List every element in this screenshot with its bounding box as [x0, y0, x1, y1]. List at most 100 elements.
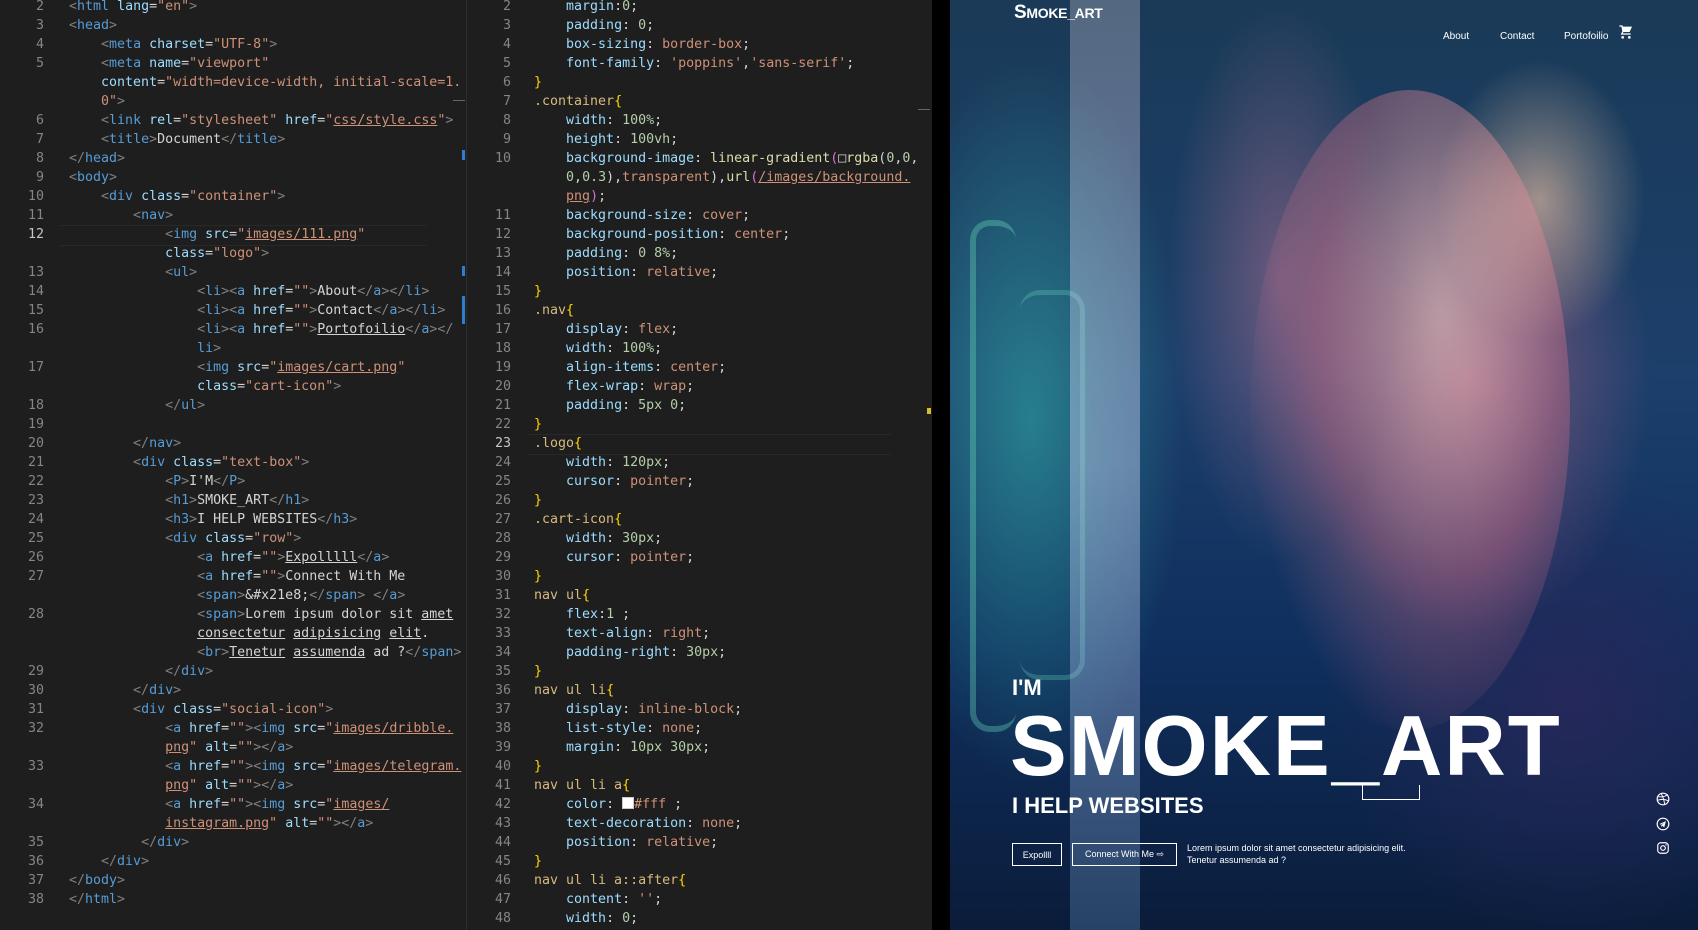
code-text[interactable]: width: 0; [534, 909, 638, 928]
code-text[interactable]: padding: 0 8%; [534, 244, 678, 263]
code-text[interactable]: </html> [69, 890, 125, 909]
code-line[interactable]: 23 <h1>SMOKE_ART</h1> [0, 491, 466, 510]
code-text[interactable]: position: relative; [534, 263, 718, 282]
code-text[interactable]: margin:0; [534, 0, 638, 16]
code-text[interactable]: <head> [69, 16, 117, 35]
code-line[interactable]: 27 .cart-icon{ [467, 510, 931, 529]
code-line[interactable]: 19 align-items: center; [467, 358, 931, 377]
code-line[interactable]: 17 display: flex; [467, 320, 931, 339]
code-text[interactable]: <link rel="stylesheet" href="css/style.c… [69, 111, 453, 130]
code-line[interactable]: 14 position: relative; [467, 263, 931, 282]
code-text[interactable]: <a href="">Expolllll</a> [69, 548, 389, 567]
code-text[interactable]: 0,0.3),transparent),url(/images/backgrou… [534, 168, 910, 187]
code-line[interactable]: 13 padding: 0 8%; [467, 244, 931, 263]
code-text[interactable]: class="cart-icon"> [69, 377, 341, 396]
code-line[interactable]: <br>Tenetur assumenda ad ?</span> [0, 643, 466, 662]
code-text[interactable]: box-sizing: border-box; [534, 35, 750, 54]
code-line[interactable]: 34 padding-right: 30px; [467, 643, 931, 662]
code-text[interactable]: font-family: 'poppins','sans-serif'; [534, 54, 854, 73]
code-line[interactable]: 37 </body> [0, 871, 466, 890]
code-text[interactable]: } [534, 415, 542, 434]
code-text[interactable]: display: inline-block; [534, 700, 742, 719]
code-text[interactable]: </div> [69, 833, 189, 852]
code-text[interactable]: width: 100%; [534, 339, 662, 358]
code-text[interactable]: flex-wrap: wrap; [534, 377, 694, 396]
code-line[interactable]: 4 box-sizing: border-box; [467, 35, 931, 54]
code-text[interactable]: <body> [69, 168, 117, 187]
code-line[interactable]: 29 cursor: pointer; [467, 548, 931, 567]
code-text[interactable]: .logo{ [534, 434, 582, 453]
code-line[interactable]: png); [467, 187, 931, 206]
code-line[interactable]: 26 <a href="">Expolllll</a> [0, 548, 466, 567]
code-text[interactable]: } [534, 567, 542, 586]
code-text[interactable]: </head> [69, 149, 125, 168]
code-text[interactable]: png" alt=""></a> [69, 776, 293, 795]
code-line[interactable]: png" alt=""></a> [0, 776, 466, 795]
code-text[interactable]: <div class="text-box"> [69, 453, 309, 472]
code-line[interactable]: 2 <html lang="en"> [0, 0, 466, 16]
code-line[interactable]: 15 <li><a href="">Contact</a></li> [0, 301, 466, 320]
code-text[interactable]: <br>Tenetur assumenda ad ?</span> [69, 643, 461, 662]
code-line[interactable]: 3 padding: 0; [467, 16, 931, 35]
browser-preview[interactable]: SMOKE_ART About Contact Portofoilio I'M … [950, 0, 1698, 930]
code-line[interactable]: 10 background-image: linear-gradient(□rg… [467, 149, 931, 168]
code-text[interactable]: <span>Lorem ipsum dolor sit amet [69, 605, 453, 624]
code-line[interactable]: 20 flex-wrap: wrap; [467, 377, 931, 396]
code-line[interactable]: 42 color: #fff ; [467, 795, 931, 814]
code-text[interactable]: width: 100%; [534, 111, 662, 130]
code-text[interactable]: <div class="container"> [69, 187, 285, 206]
code-line[interactable]: 43 text-decoration: none; [467, 814, 931, 833]
code-text[interactable]: nav ul{ [534, 586, 590, 605]
code-text[interactable]: list-style: none; [534, 719, 702, 738]
code-line[interactable]: 20 </nav> [0, 434, 466, 453]
code-line[interactable]: 0"> [0, 92, 466, 111]
code-line[interactable]: 38 </html> [0, 890, 466, 909]
code-text[interactable]: padding: 5px 0; [534, 396, 686, 415]
css-editor-pane[interactable]: 2 margin:0; 3 padding: 0; 4 box-sizing: bo… [467, 0, 931, 930]
code-line[interactable]: 24 <h3>I HELP WEBSITES</h3> [0, 510, 466, 529]
code-text[interactable]: png" alt=""></a> [69, 738, 293, 757]
code-line[interactable]: 40} [467, 757, 931, 776]
code-text[interactable]: <title>Document</title> [69, 130, 285, 149]
code-text[interactable]: .nav{ [534, 301, 574, 320]
code-line[interactable]: 32 flex:1 ; [467, 605, 931, 624]
code-line[interactable]: 31 nav ul{ [467, 586, 931, 605]
code-text[interactable]: background-position: center; [534, 225, 790, 244]
code-line[interactable]: 11 background-size: cover; [467, 206, 931, 225]
code-line[interactable]: 2 margin:0; [467, 0, 931, 16]
code-line[interactable]: 36 </div> [0, 852, 466, 871]
code-text[interactable]: padding: 0; [534, 16, 654, 35]
code-line[interactable]: 39 margin: 10px 30px; [467, 738, 931, 757]
code-line[interactable]: 7 <title>Document</title> [0, 130, 466, 149]
code-text[interactable]: .cart-icon{ [534, 510, 622, 529]
code-line[interactable]: 12 <img src="images/111.png" [0, 225, 466, 244]
code-text[interactable]: <meta charset="UTF-8"> [69, 35, 277, 54]
html-editor-pane[interactable]: 2 <html lang="en"> 3 <head> 4 <meta charset=… [0, 0, 466, 930]
code-line[interactable]: 38 list-style: none; [467, 719, 931, 738]
code-line[interactable]: 28 width: 30px; [467, 529, 931, 548]
code-line[interactable]: 8 </head> [0, 149, 466, 168]
code-text[interactable]: text-align: right; [534, 624, 710, 643]
code-line[interactable]: 18 width: 100%; [467, 339, 931, 358]
code-text[interactable]: <html lang="en"> [69, 0, 197, 16]
code-line[interactable]: 3 <head> [0, 16, 466, 35]
code-line[interactable]: 46 nav ul li a::after{ [467, 871, 931, 890]
code-line[interactable]: class="logo"> [0, 244, 466, 263]
code-text[interactable]: <a href=""><img src="images/telegram. [69, 757, 461, 776]
code-text[interactable]: cursor: pointer; [534, 548, 694, 567]
code-line[interactable]: 6} [467, 73, 931, 92]
code-text[interactable]: align-items: center; [534, 358, 726, 377]
code-text[interactable]: } [534, 852, 542, 871]
site-logo[interactable]: SMOKE_ART [1014, 2, 1103, 24]
code-line[interactable]: 8 width: 100%; [467, 111, 931, 130]
code-line[interactable]: 28 <span>Lorem ipsum dolor sit amet [0, 605, 466, 624]
code-line[interactable]: consectetur adipisicing elit. [0, 624, 466, 643]
connect-button[interactable]: Connect With Me ⇨ [1072, 843, 1177, 866]
code-line[interactable]: 21 <div class="text-box"> [0, 453, 466, 472]
code-text[interactable]: <div class="social-icon"> [69, 700, 333, 719]
code-text[interactable]: <li><a href="">Portofoilio</a></ [69, 320, 453, 339]
code-text[interactable]: <ul> [69, 263, 197, 282]
code-line[interactable]: 44 position: relative; [467, 833, 931, 852]
code-line[interactable]: 4 <meta charset="UTF-8"> [0, 35, 466, 54]
code-line[interactable]: 13 <ul> [0, 263, 466, 282]
